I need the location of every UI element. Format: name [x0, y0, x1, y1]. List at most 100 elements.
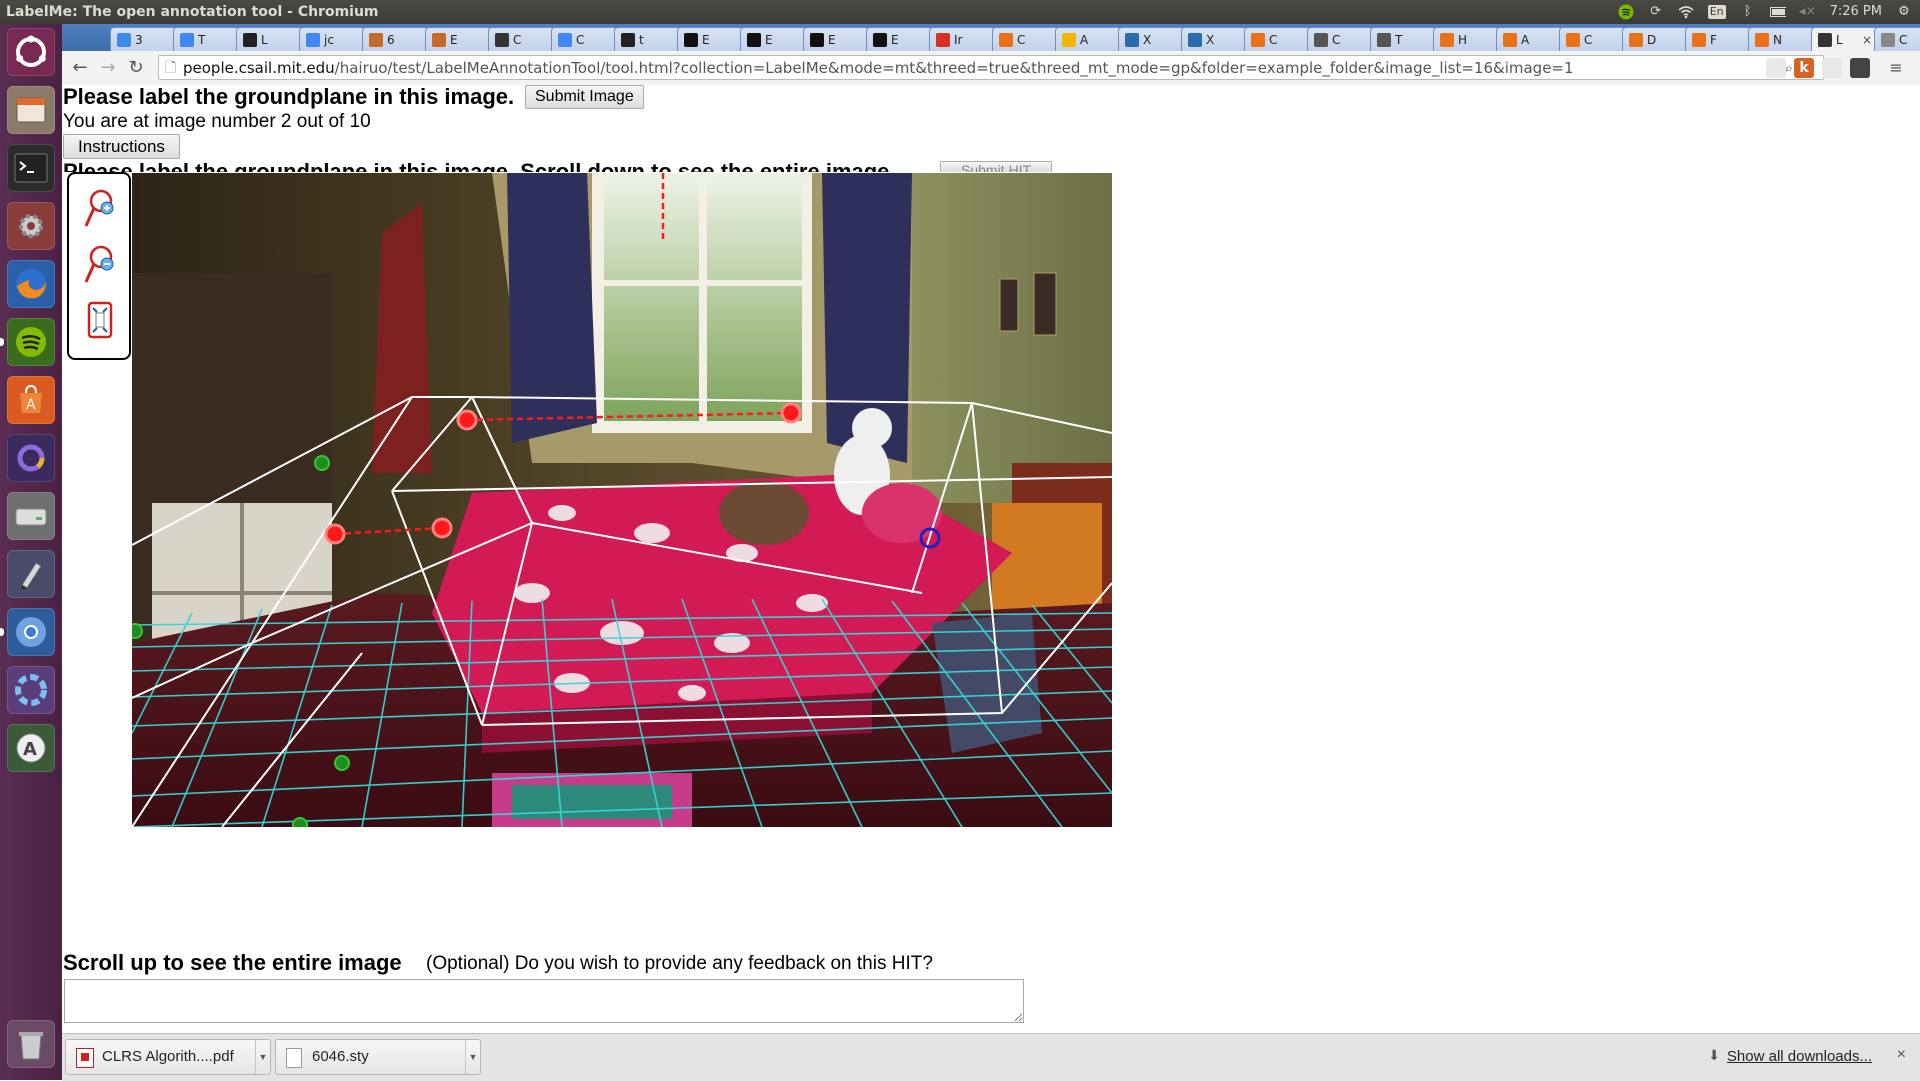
annotation-canvas[interactable]: [132, 173, 1112, 827]
submit-hit-button[interactable]: Submit HIT: [940, 161, 1053, 172]
browser-tab[interactable]: C: [488, 27, 555, 51]
feedback-textarea[interactable]: [64, 979, 1024, 1023]
window-title: LabelMe: The open annotation tool - Chro…: [6, 4, 379, 20]
tab-label: A: [1521, 33, 1530, 47]
disk-icon[interactable]: [7, 492, 55, 540]
file-icon: [286, 1048, 302, 1068]
browser-tab[interactable]: 6: [362, 27, 429, 51]
trash-icon[interactable]: [7, 1020, 55, 1068]
update-manager-icon[interactable]: A: [7, 724, 55, 772]
submit-image-button[interactable]: Submit Image: [525, 85, 644, 109]
browser-tab[interactable]: E: [740, 27, 807, 51]
bedroom-photo-with-groundplane[interactable]: [132, 173, 1112, 827]
browser-tab[interactable]: T: [173, 27, 240, 51]
extension-icon-3[interactable]: [1822, 58, 1842, 78]
chromium-icon[interactable]: [0, 608, 55, 656]
download-filename: 6046.sty: [312, 1048, 369, 1065]
svg-text:A: A: [26, 397, 36, 413]
tab-favicon-icon: [999, 33, 1013, 47]
instructions-button[interactable]: Instructions: [63, 134, 180, 159]
back-button[interactable]: ←: [68, 56, 92, 80]
tab-close-icon[interactable]: ×: [1862, 28, 1872, 51]
tab-label: X: [1143, 33, 1152, 47]
forward-button[interactable]: →: [96, 56, 120, 80]
fit-image-icon[interactable]: [83, 300, 117, 340]
browser-tab[interactable]: E: [866, 27, 933, 51]
firefox-icon[interactable]: [7, 260, 55, 308]
unity-tweak-icon[interactable]: [7, 434, 55, 482]
menu-icon[interactable]: ≡: [1884, 56, 1908, 80]
text-editor-icon[interactable]: [7, 550, 55, 598]
tab-favicon-icon: [1755, 33, 1769, 47]
pocket-icon[interactable]: [1850, 58, 1870, 78]
browser-tab[interactable]: C: [1874, 27, 1920, 51]
clock[interactable]: 7:26 PM: [1830, 0, 1882, 24]
browser-tab[interactable]: C: [992, 27, 1059, 51]
tab-favicon-icon: [369, 33, 383, 47]
battery-icon[interactable]: [1769, 4, 1786, 20]
tab-favicon-icon: [936, 33, 950, 47]
bluetooth-icon[interactable]: ᛒ: [1740, 4, 1756, 20]
address-bar[interactable]: 🗋 people.csail.mit.edu/hairuo/test/LabelM…: [158, 55, 1824, 80]
tool-panel: [67, 172, 131, 360]
url-host: people.csail.mit.edu: [183, 59, 335, 77]
browser-tab[interactable]: T: [1370, 27, 1437, 51]
tab-favicon-icon: [747, 33, 761, 47]
sync-icon[interactable]: ⟳: [1648, 4, 1664, 20]
shotwell-icon[interactable]: [7, 666, 55, 714]
files-icon[interactable]: [7, 86, 55, 134]
tab-favicon-icon: [1692, 33, 1706, 47]
tab-favicon-icon: [1818, 33, 1832, 47]
browser-tab[interactable]: L ×: [1811, 27, 1878, 51]
extension-k-icon[interactable]: k: [1794, 58, 1814, 78]
browser-tab[interactable]: A: [1055, 27, 1122, 51]
browser-tab[interactable]: t: [614, 27, 681, 51]
download-menu-arrow[interactable]: ▼: [465, 1040, 480, 1074]
software-center-icon[interactable]: A: [7, 376, 55, 424]
tab-label: E: [765, 33, 773, 47]
reload-button[interactable]: ↻: [124, 56, 148, 80]
browser-tab[interactable]: jc: [299, 27, 366, 51]
download-item-sty[interactable]: 6046.sty ▼: [275, 1039, 481, 1075]
wifi-icon[interactable]: [1678, 4, 1694, 20]
close-icon[interactable]: ×: [1897, 1046, 1906, 1064]
browser-tab[interactable]: C: [1559, 27, 1626, 51]
browser-tab[interactable]: C: [1244, 27, 1311, 51]
volume-icon[interactable]: ◂×: [1799, 4, 1816, 20]
browser-tab[interactable]: E: [425, 27, 492, 51]
settings-icon[interactable]: [7, 202, 55, 250]
browser-tab[interactable]: N: [1748, 27, 1815, 51]
browser-tab[interactable]: Ir: [929, 27, 996, 51]
ubuntu-dash-icon[interactable]: [7, 28, 55, 76]
browser-tab[interactable]: X: [1118, 27, 1185, 51]
browser-tab[interactable]: A: [1496, 27, 1563, 51]
zoom-in-icon[interactable]: [83, 188, 117, 228]
browser-tab[interactable]: H: [1433, 27, 1500, 51]
tab-label: C: [513, 33, 522, 47]
spotify-tray-icon[interactable]: [1618, 4, 1634, 20]
terminal-icon[interactable]: [7, 144, 55, 192]
browser-tab[interactable]: C: [1307, 27, 1374, 51]
browser-tab[interactable]: F: [1685, 27, 1752, 51]
browser-tab[interactable]: C: [551, 27, 618, 51]
show-all-downloads-link[interactable]: Show all downloads...: [1727, 1048, 1872, 1065]
browser-tab[interactable]: E: [677, 27, 744, 51]
spotify-icon[interactable]: [0, 318, 55, 366]
zoom-out-icon[interactable]: [83, 244, 117, 284]
extension-icon-1[interactable]: [1766, 58, 1786, 78]
download-filename: CLRS Algorith....pdf: [102, 1048, 234, 1065]
tab-favicon-icon: [558, 33, 572, 47]
tab-label: X: [1206, 33, 1215, 47]
browser-tab[interactable]: 3: [110, 27, 177, 51]
browser-tab[interactable]: E: [803, 27, 870, 51]
download-menu-arrow[interactable]: ▼: [255, 1040, 270, 1074]
browser-tab[interactable]: D: [1622, 27, 1689, 51]
download-item-pdf[interactable]: CLRS Algorith....pdf ▼: [65, 1039, 271, 1075]
launcher: A A: [0, 24, 63, 1080]
gear-icon[interactable]: ⚙: [1896, 4, 1912, 20]
browser-tab[interactable]: X: [1181, 27, 1248, 51]
tab-label: E: [450, 33, 458, 47]
browser-tab[interactable]: L: [236, 27, 303, 51]
tab-label: t: [639, 33, 644, 47]
keyboard-indicator[interactable]: En: [1707, 5, 1726, 19]
